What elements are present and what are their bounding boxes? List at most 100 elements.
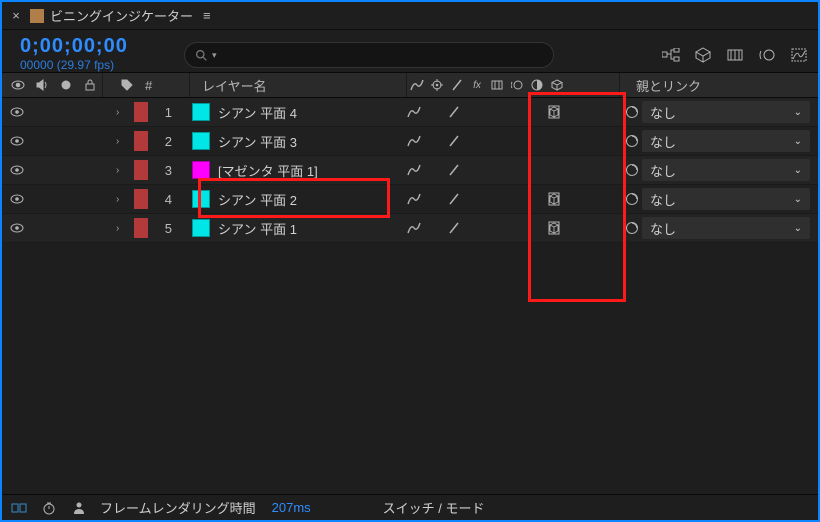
audio-column-icon <box>32 79 52 91</box>
current-frame: 00000 <box>20 58 53 72</box>
parent-value: なし <box>650 219 676 238</box>
twirl-icon[interactable]: › <box>116 165 126 176</box>
label-color[interactable] <box>134 189 148 209</box>
render-person-icon[interactable] <box>70 499 88 517</box>
layer-row[interactable]: ›2シアン 平面 3なし⌄ <box>2 127 818 156</box>
layer-name-header-label: レイヤー名 <box>194 76 267 95</box>
panel-tabbar: × ビニングインジケーター ≡ <box>2 2 818 30</box>
layer-name-header[interactable]: レイヤー名 <box>190 73 406 97</box>
composition-title[interactable]: ビニングインジケーター <box>50 6 193 25</box>
chevron-down-icon: ⌄ <box>794 194 802 205</box>
motion-blur-button[interactable] <box>758 46 776 64</box>
quality-toggle[interactable] <box>444 222 464 234</box>
layer-index: 4 <box>156 192 172 207</box>
3d-toggle[interactable] <box>544 192 564 206</box>
layer-index: 1 <box>156 105 172 120</box>
twirl-icon[interactable]: › <box>116 107 126 118</box>
parent-dropdown[interactable]: なし ⌄ <box>642 101 810 123</box>
twirl-icon[interactable]: › <box>116 136 126 147</box>
parent-dropdown[interactable]: なし⌄ <box>642 159 810 181</box>
timecode-display[interactable]: 0;00;00;00 00000 (29.97 fps) <box>20 35 170 72</box>
twirl-icon[interactable]: › <box>116 194 126 205</box>
layer-index: 5 <box>156 221 172 236</box>
parent-link-header[interactable]: 親とリンク <box>620 73 818 97</box>
shy-toggle[interactable] <box>404 135 424 147</box>
video-toggle[interactable] <box>8 107 26 117</box>
pickwhip-button[interactable] <box>622 134 642 148</box>
column-header-row: # レイヤー名 fx 親とリンク <box>2 72 818 98</box>
parent-dropdown[interactable]: なし⌄ <box>642 217 810 239</box>
shy-toggle[interactable] <box>404 222 424 234</box>
layer-row[interactable]: › 5 シアン 平面 1 なし⌄ <box>2 214 818 243</box>
3d-toggle[interactable] <box>544 105 564 119</box>
timeline-footer: フレームレンダリング時間 207ms スイッチ / モード <box>2 494 818 520</box>
pickwhip-button[interactable] <box>622 163 642 177</box>
composition-icon <box>30 9 44 23</box>
video-toggle[interactable] <box>8 194 26 204</box>
label-color[interactable] <box>134 218 148 238</box>
shy-header-icon <box>407 79 427 91</box>
label-color[interactable] <box>134 102 148 122</box>
source-color-swatch <box>192 190 210 208</box>
parent-link-header-label: 親とリンク <box>626 76 701 95</box>
chevron-down-icon: ⌄ <box>794 107 802 118</box>
3d-toggle[interactable] <box>544 221 564 235</box>
parent-value: なし <box>650 161 676 180</box>
parent-dropdown[interactable]: なし ⌄ <box>642 188 810 210</box>
pickwhip-button[interactable] <box>622 221 642 235</box>
adjustment-header-icon <box>527 79 547 91</box>
source-color-swatch <box>192 161 210 179</box>
current-time[interactable]: 0;00;00;00 <box>20 35 170 58</box>
draft3d-button[interactable] <box>694 46 712 64</box>
parent-value: なし <box>650 190 676 209</box>
shy-toggle[interactable] <box>404 164 424 176</box>
current-fps: (29.97 fps) <box>57 58 114 72</box>
quality-toggle[interactable] <box>444 135 464 147</box>
label-color[interactable] <box>134 131 148 151</box>
video-toggle[interactable] <box>8 223 26 233</box>
render-time-icon[interactable] <box>40 499 58 517</box>
frameblend-header-icon <box>487 80 507 90</box>
search-dropdown-icon[interactable]: ▾ <box>212 50 217 61</box>
layer-index: 3 <box>156 163 172 178</box>
video-toggle[interactable] <box>8 165 26 175</box>
composition-flowchart-button[interactable] <box>662 46 680 64</box>
label-color[interactable] <box>134 160 148 180</box>
frame-blend-button[interactable] <box>726 46 744 64</box>
source-color-swatch <box>192 219 210 237</box>
close-panel-button[interactable]: × <box>8 8 24 23</box>
chevron-down-icon: ⌄ <box>794 136 802 147</box>
pickwhip-button[interactable] <box>622 192 642 206</box>
parent-value: なし <box>650 103 676 122</box>
label-index-header: # <box>103 73 189 97</box>
layer-row[interactable]: › 4 シアン 平面 2 なし ⌄ <box>2 185 818 214</box>
layer-row[interactable]: › 3 [マゼンタ 平面 1] なし⌄ <box>2 156 818 185</box>
index-column-header: # <box>145 78 152 93</box>
layer-name[interactable]: シアン 平面 1 <box>218 219 297 238</box>
layer-name[interactable]: [マゼンタ 平面 1] <box>218 161 318 180</box>
source-color-swatch <box>192 103 210 121</box>
label-column-icon <box>117 79 137 91</box>
quality-toggle[interactable] <box>444 193 464 205</box>
shy-toggle[interactable] <box>404 193 424 205</box>
panel-menu-button[interactable]: ≡ <box>203 8 211 23</box>
quality-toggle[interactable] <box>444 106 464 118</box>
layer-name[interactable]: シアン 平面 2 <box>218 190 297 209</box>
toggle-switches-button[interactable] <box>10 499 28 517</box>
twirl-icon[interactable]: › <box>116 223 126 234</box>
video-toggle[interactable] <box>8 136 26 146</box>
graph-editor-button[interactable] <box>790 46 808 64</box>
layer-name[interactable]: シアン 平面 4 <box>218 103 297 122</box>
layer-name[interactable]: シアン 平面 3 <box>218 132 297 151</box>
fx-header-icon: fx <box>467 80 487 91</box>
parent-dropdown[interactable]: なし⌄ <box>642 130 810 152</box>
timeline-toolbar: 0;00;00;00 00000 (29.97 fps) ▾ <box>2 30 818 72</box>
pickwhip-button[interactable] <box>622 105 642 119</box>
quality-toggle[interactable] <box>444 164 464 176</box>
shy-toggle[interactable] <box>404 106 424 118</box>
current-frame-fps: 00000 (29.97 fps) <box>20 58 170 72</box>
switches-modes-toggle[interactable]: スイッチ / モード <box>383 498 485 517</box>
layer-row[interactable]: › 1 シアン 平面 4 なし ⌄ <box>2 98 818 127</box>
layer-search-input[interactable]: ▾ <box>184 42 554 68</box>
quality-header-icon <box>447 79 467 91</box>
